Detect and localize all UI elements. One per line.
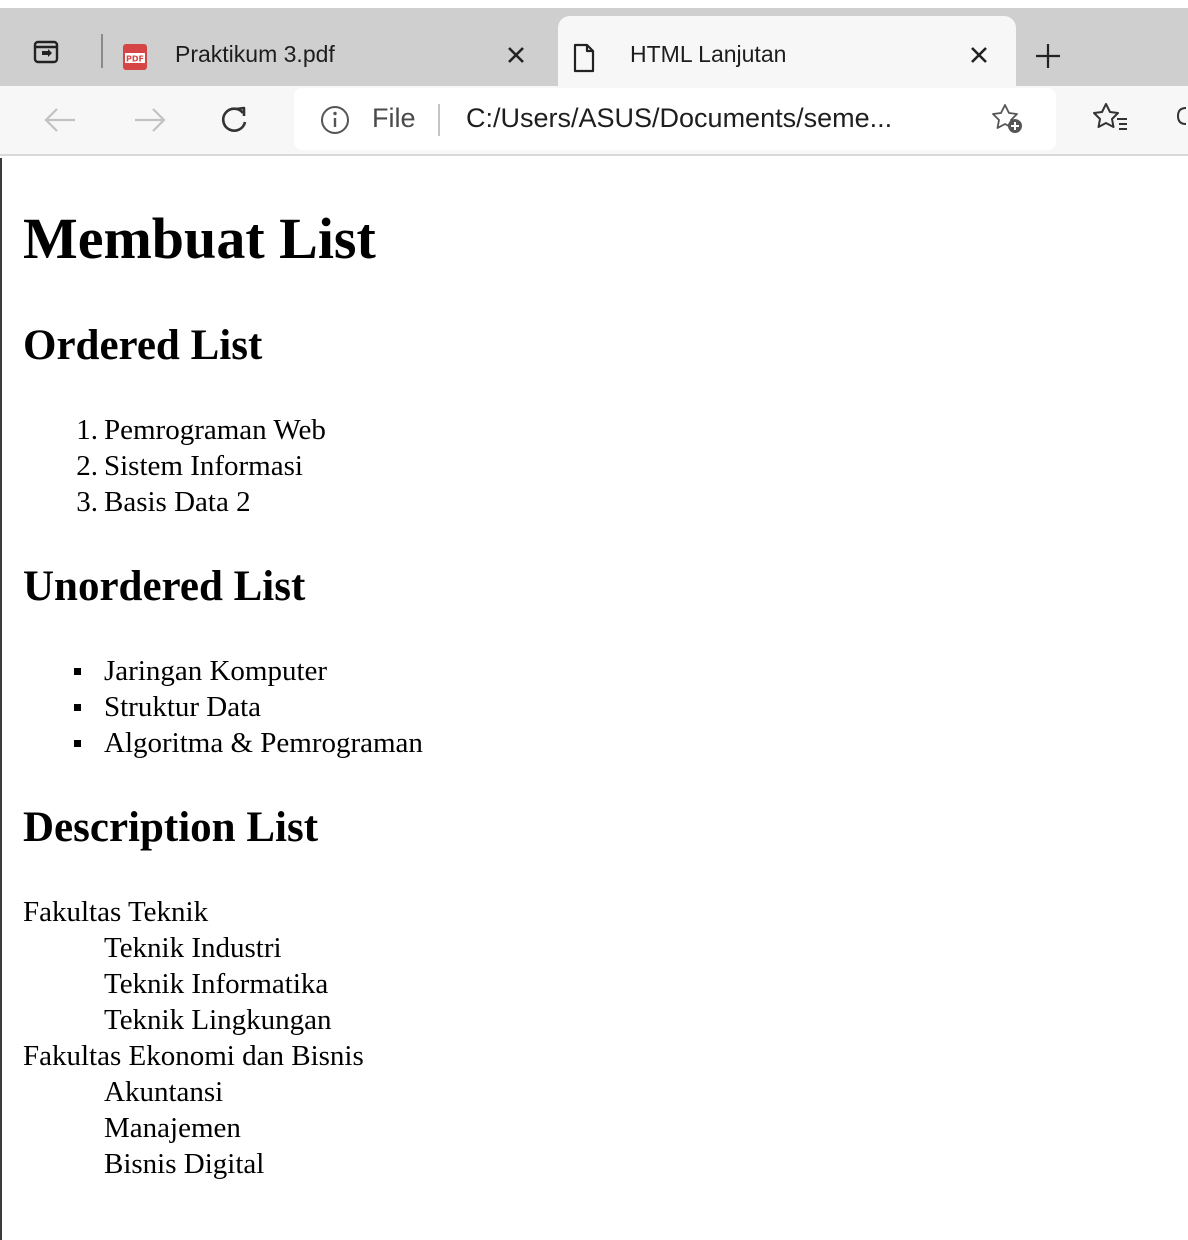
info-icon[interactable] <box>319 104 351 141</box>
tab-title: HTML Lanjutan <box>630 41 787 67</box>
favorites-icon[interactable] <box>1093 100 1129 139</box>
list-item-text: Struktur Data <box>104 691 262 723</box>
new-tab-button[interactable] <box>1028 36 1068 76</box>
square-bullet-icon <box>74 740 81 747</box>
ordered-list-heading: Ordered List <box>23 322 263 369</box>
address-divider <box>438 104 440 136</box>
square-bullet-icon <box>74 668 81 675</box>
list-marker: 3. <box>76 486 98 518</box>
tab-separator <box>101 34 103 68</box>
description-detail: Manajemen <box>104 1112 241 1144</box>
collections-icon[interactable] <box>1176 100 1188 139</box>
description-detail: Bisnis Digital <box>104 1148 265 1180</box>
description-detail: Teknik Informatika <box>104 968 329 1000</box>
close-tab-button[interactable] <box>501 40 531 70</box>
reload-icon <box>221 106 247 132</box>
description-detail: Akuntansi <box>104 1076 224 1108</box>
list-marker: 2. <box>76 450 98 482</box>
close-icon <box>508 47 524 63</box>
unordered-list-heading: Unordered List <box>23 563 306 610</box>
list-marker: 1. <box>76 414 98 446</box>
page-icon <box>572 43 596 78</box>
url-text[interactable]: C:/Users/ASUS/Documents/seme... <box>466 103 892 134</box>
page-title: Membuat List <box>23 206 376 271</box>
plus-icon <box>1036 44 1060 68</box>
list-item-text: Jaringan Komputer <box>104 655 328 687</box>
square-bullet-icon <box>74 704 81 711</box>
tab-praktikum-pdf[interactable]: PDF Praktikum 3.pdf <box>108 16 553 94</box>
address-bar[interactable]: File C:/Users/ASUS/Documents/seme... <box>294 88 1056 150</box>
description-detail: Teknik Lingkungan <box>104 1004 332 1036</box>
back-arrow-icon <box>44 108 75 132</box>
browser-toolbar: File C:/Users/ASUS/Documents/seme... <box>0 86 1188 156</box>
forward-button[interactable] <box>128 98 172 142</box>
svg-text:PDF: PDF <box>126 55 144 64</box>
tab-title: Praktikum 3.pdf <box>175 41 335 67</box>
forward-arrow-icon <box>135 108 166 132</box>
reload-button[interactable] <box>212 98 256 142</box>
scheme-label: File <box>372 103 416 133</box>
tab-actions-button[interactable] <box>24 30 68 74</box>
list-item-text: Basis Data 2 <box>104 486 251 518</box>
list-item-text: Algoritma & Pemrograman <box>104 727 423 759</box>
back-button[interactable] <box>38 98 82 142</box>
list-item-text: Sistem Informasi <box>104 450 303 482</box>
tab-actions-icon <box>33 40 59 64</box>
tab-strip: PDF Praktikum 3.pdf HTML Lanjutan <box>0 0 1188 94</box>
page-content: Membuat List Ordered List 1. Pemrograman… <box>0 158 1188 1240</box>
close-icon <box>971 47 987 63</box>
close-tab-button[interactable] <box>964 40 994 70</box>
add-favorite-icon[interactable] <box>990 102 1026 141</box>
pdf-icon: PDF <box>122 43 148 76</box>
list-item-text: Pemrograman Web <box>104 414 326 446</box>
tab-html-lanjutan[interactable]: HTML Lanjutan <box>558 16 1016 94</box>
description-list-heading: Description List <box>23 804 319 851</box>
description-term: Fakultas Ekonomi dan Bisnis <box>23 1040 364 1072</box>
description-detail: Teknik Industri <box>104 932 282 964</box>
description-term: Fakultas Teknik <box>23 896 209 928</box>
